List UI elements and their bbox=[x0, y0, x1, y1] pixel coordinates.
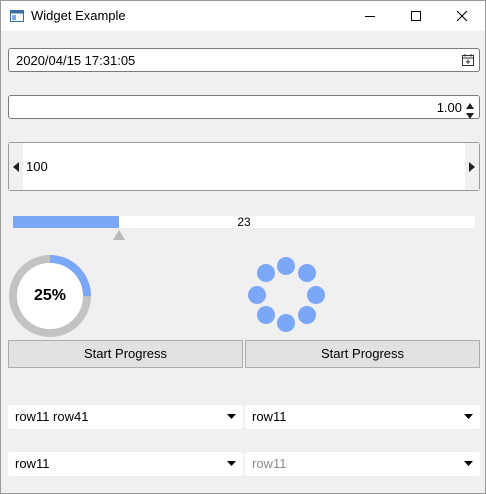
spin-down-arrow-icon[interactable] bbox=[465, 108, 475, 119]
scroll-left-button[interactable] bbox=[9, 143, 23, 190]
left-arrow-icon bbox=[13, 162, 19, 172]
window-title: Widget Example bbox=[31, 8, 126, 23]
combo-box-3[interactable]: row11 bbox=[8, 452, 243, 476]
spinbox-value: 1.00 bbox=[436, 100, 462, 115]
slider-value: 100 bbox=[26, 159, 48, 174]
start-progress-button-right[interactable]: Start Progress bbox=[245, 340, 480, 368]
close-icon bbox=[456, 10, 468, 22]
combo-box-1-text: row11 row41 bbox=[15, 409, 89, 424]
combo-box-4: row11 bbox=[245, 452, 480, 476]
combo-box-2-text: row11 bbox=[252, 409, 287, 424]
ring-progress-label: 25% bbox=[33, 287, 67, 304]
window-icon bbox=[10, 9, 24, 23]
scroll-slider[interactable]: 100 bbox=[8, 142, 480, 191]
right-arrow-icon bbox=[469, 162, 475, 172]
chevron-down-icon bbox=[227, 461, 236, 466]
progress-bar[interactable]: 23 bbox=[13, 215, 475, 229]
combo-box-3-text: row11 bbox=[15, 456, 50, 471]
start-progress-button-left[interactable]: Start Progress bbox=[8, 340, 243, 368]
calendar-icon[interactable] bbox=[461, 53, 475, 70]
minimize-icon bbox=[365, 16, 375, 17]
main-window: Widget Example 2020/04/15 17:31:05 1.00 … bbox=[0, 0, 486, 494]
minimize-button[interactable] bbox=[347, 1, 393, 31]
datetime-edit[interactable]: 2020/04/15 17:31:05 bbox=[8, 48, 480, 72]
chevron-down-icon bbox=[464, 414, 473, 419]
slider-handle-icon[interactable] bbox=[113, 230, 125, 240]
close-button[interactable] bbox=[439, 1, 485, 31]
double-spinbox[interactable]: 1.00 bbox=[8, 95, 480, 119]
chevron-down-icon bbox=[227, 414, 236, 419]
maximize-icon bbox=[411, 11, 421, 21]
progress-bar-value: 23 bbox=[237, 215, 251, 229]
scroll-right-button[interactable] bbox=[465, 143, 479, 190]
loading-spinner-icon bbox=[248, 257, 325, 332]
combo-box-1[interactable]: row11 row41 bbox=[8, 405, 243, 429]
datetime-value: 2020/04/15 17:31:05 bbox=[16, 53, 136, 68]
title-bar[interactable]: Widget Example bbox=[1, 1, 485, 31]
maximize-button[interactable] bbox=[393, 1, 439, 31]
combo-box-4-text: row11 bbox=[252, 456, 287, 471]
combo-box-2[interactable]: row11 bbox=[245, 405, 480, 429]
chevron-down-icon bbox=[464, 461, 473, 466]
spin-up-arrow-icon[interactable] bbox=[465, 98, 475, 109]
